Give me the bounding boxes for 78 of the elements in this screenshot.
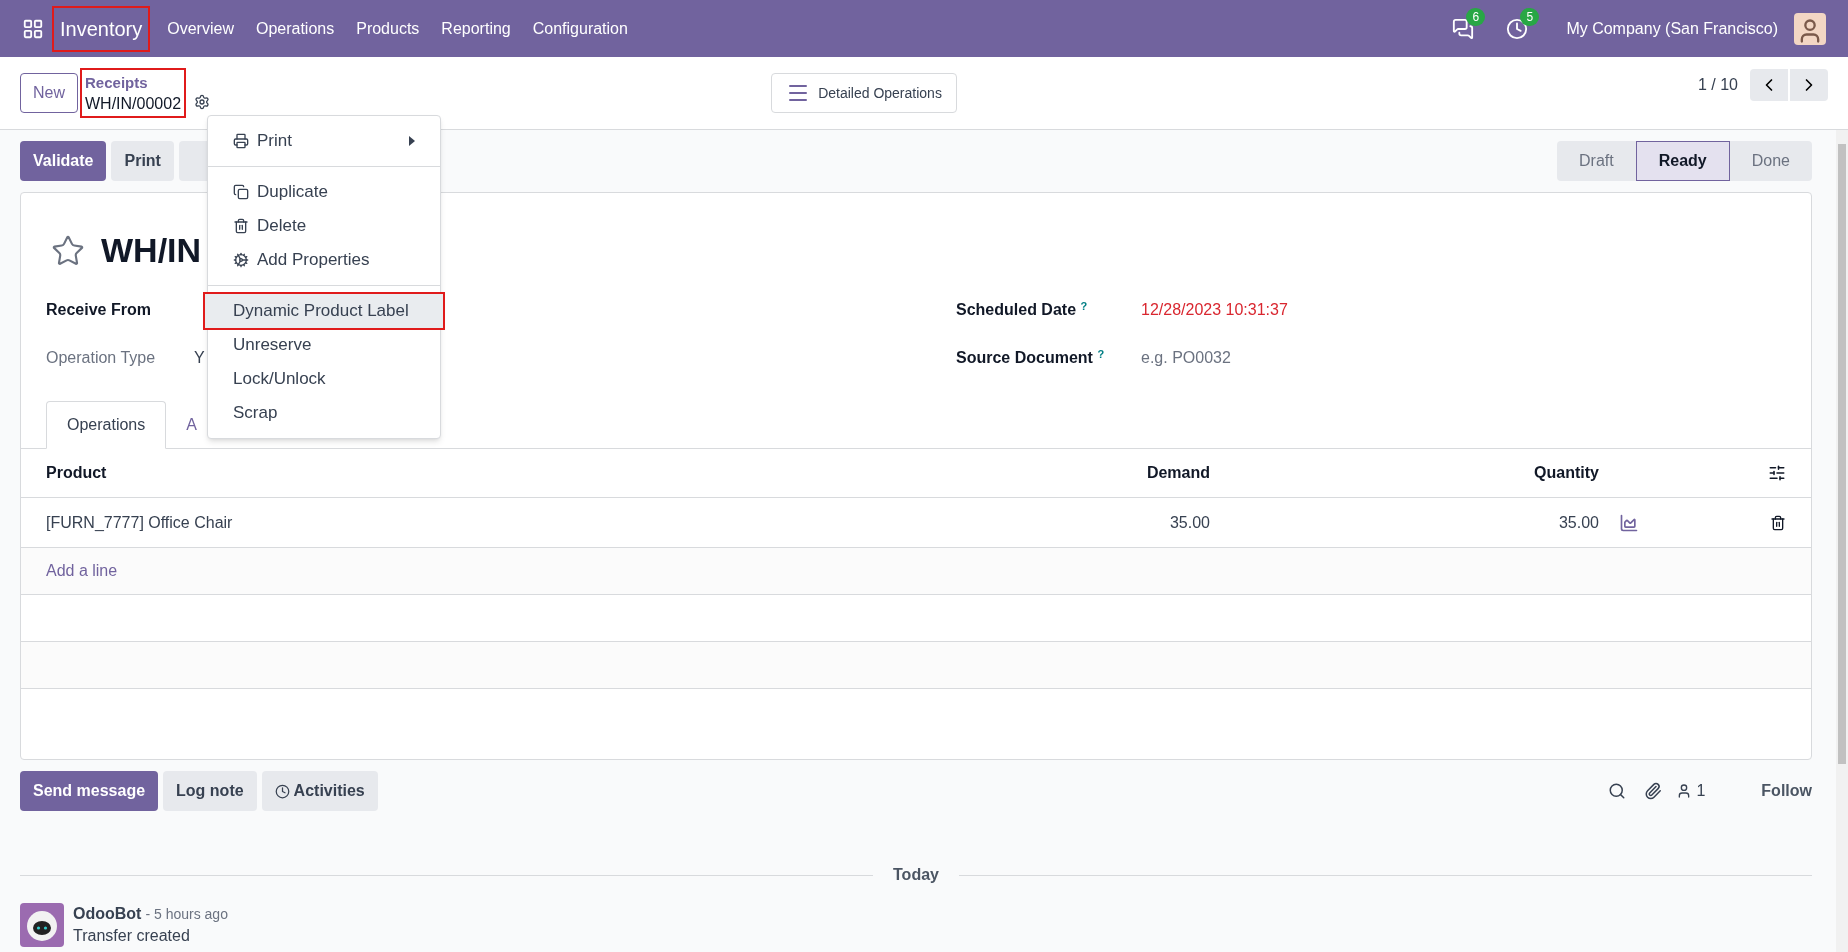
status-stage[interactable]: Done [1729, 141, 1812, 181]
nav-menu-item[interactable]: Products [345, 16, 431, 41]
counter-badge: 6 [1466, 7, 1486, 26]
menu-item-label: Unreserve [233, 334, 312, 357]
trash-icon [233, 218, 249, 234]
user-avatar[interactable] [1794, 12, 1826, 45]
column-settings-icon[interactable] [1768, 464, 1786, 482]
status-stage[interactable]: Ready [1635, 141, 1730, 181]
chatter-button[interactable]: Send message [20, 771, 159, 811]
menu-item[interactable]: Delete [208, 209, 440, 243]
new-button[interactable]: New [20, 73, 78, 113]
field-value: 12/28/2023 10:31:37 [1141, 300, 1288, 320]
status-stage[interactable]: Draft [1557, 141, 1636, 181]
search-icon[interactable] [1608, 782, 1627, 800]
column-header[interactable]: Product [46, 461, 1010, 485]
field-label: Receive From [46, 300, 152, 320]
record-title: WH/IN [101, 230, 202, 271]
menu-item[interactable]: Unreserve [208, 328, 440, 362]
follow-button[interactable]: Follow [1761, 779, 1812, 803]
chatter-button[interactable]: Activities [261, 771, 378, 811]
messages-icon[interactable] [1452, 17, 1475, 40]
menu-item[interactable]: Dynamic Product Label [205, 294, 443, 328]
field-label: Source Document $^{?}$ [956, 346, 1106, 368]
nav-menu-item[interactable]: Operations [244, 16, 346, 41]
nav-menu-item[interactable]: Overview [156, 16, 245, 41]
bot-avatar [20, 903, 64, 947]
paperclip-icon[interactable] [1644, 782, 1663, 800]
menu-item[interactable]: Add Properties [208, 243, 440, 277]
menu-item[interactable]: Scrap [208, 396, 440, 430]
clock-icon [274, 783, 290, 799]
followers-button[interactable]: 1 [1676, 779, 1706, 803]
record-name: WH/IN/00002 [85, 94, 182, 114]
app-name[interactable]: Inventory [54, 7, 149, 50]
nav-menu-item[interactable]: Reporting [430, 16, 522, 41]
pager-value: 1 / 10 [1697, 75, 1738, 95]
nav-menu-item[interactable]: Configuration [521, 16, 639, 41]
menu-item-label: Delete [257, 215, 307, 238]
delete-icon[interactable] [1770, 514, 1786, 531]
column-header[interactable]: Demand [1010, 461, 1210, 485]
message-author: OdooBot [73, 904, 142, 924]
chatter-button[interactable]: Log note [163, 771, 257, 811]
input-field[interactable]: e.g. PO0032 [1141, 346, 1441, 370]
table-cell-text: 35.00 [1557, 512, 1599, 533]
message-body: Transfer created [73, 926, 191, 946]
menu-item[interactable]: Lock/Unlock [208, 362, 440, 396]
menu-item-label: Dynamic Product Label [233, 300, 409, 323]
message-time: - 5 hours ago [145, 905, 228, 924]
star-icon[interactable] [51, 233, 85, 268]
menu-item[interactable]: Duplicate [208, 175, 440, 209]
apps-menu-icon[interactable] [22, 17, 44, 40]
add-line-link[interactable]: Add a line [46, 559, 118, 583]
menu-item-label: Duplicate [257, 181, 328, 204]
table-cell-text: 35.00 [1168, 512, 1210, 533]
menu-item[interactable]: Print [208, 124, 440, 158]
caret-icon [409, 136, 415, 146]
date-divider-label: Today [892, 865, 940, 885]
column-header[interactable]: Quantity [1210, 461, 1599, 485]
table-cell-text: [FURN_7777] Office Chair [46, 512, 234, 533]
settings-icon[interactable] [194, 94, 211, 110]
action-button[interactable]: Print [111, 141, 174, 181]
menu-item-label: Scrap [233, 402, 278, 425]
printer-icon [233, 133, 249, 149]
copy-icon [233, 184, 249, 200]
field-label: Operation Type [46, 348, 157, 368]
field-label: Scheduled Date $^{?}$ [956, 298, 1089, 320]
menu-item-label: Print [257, 130, 293, 153]
menu-item-label: Lock/Unlock [233, 368, 326, 391]
action-button[interactable]: Validate [20, 141, 107, 181]
activity-clock-icon[interactable] [1506, 17, 1529, 40]
forecast-chart-icon[interactable] [1619, 512, 1639, 533]
menu-item-label: Add Properties [257, 249, 370, 272]
counter-badge: 5 [1520, 7, 1540, 26]
company-switcher[interactable]: My Company (San Francisco) [1566, 16, 1778, 41]
field-value: Y [194, 348, 205, 368]
breadcrumb-link[interactable]: Receipts [85, 72, 182, 93]
detailed-operations-button[interactable]: Detailed Operations [771, 73, 957, 113]
gears-icon [233, 252, 249, 268]
form-tab[interactable]: Operations [46, 401, 167, 449]
